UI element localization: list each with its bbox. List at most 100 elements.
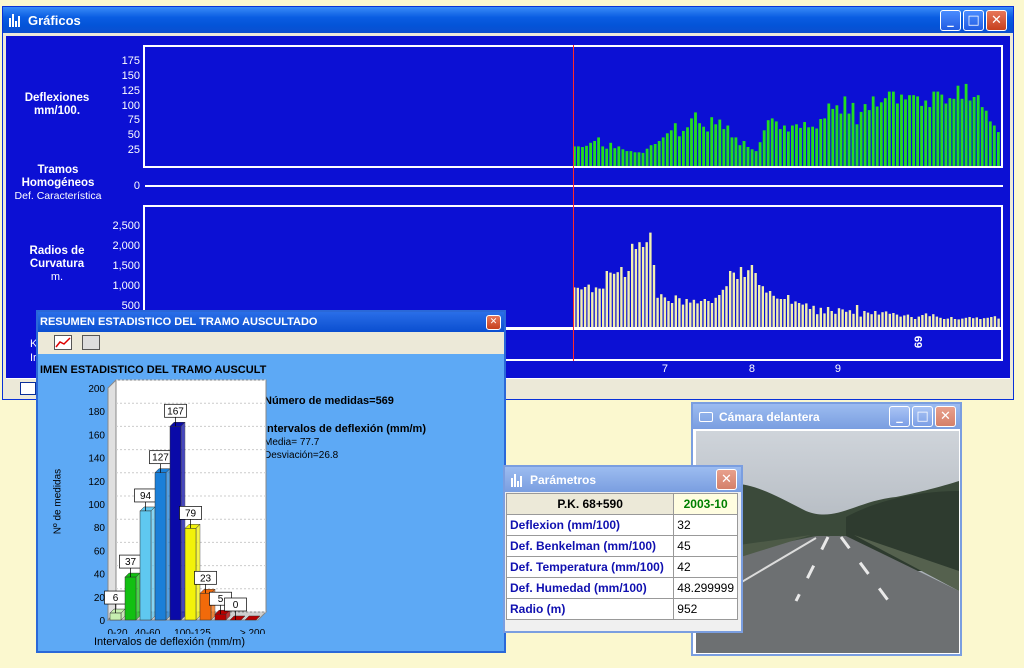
deflexion-bar — [823, 118, 827, 166]
radio-bar — [739, 267, 743, 327]
radio-bar — [591, 292, 594, 327]
radio-bar — [899, 316, 902, 327]
resumen-body: IMEN ESTADISTICO DEL TRAMO AUSCULT Númer… — [38, 356, 504, 651]
histogram-xtick: 100-125 — [174, 628, 211, 634]
deflexion-bar — [948, 98, 952, 166]
deflexion-bar — [968, 100, 972, 166]
deflexion-bar — [641, 152, 645, 166]
deflexion-bar — [819, 119, 823, 166]
histogram-bar — [169, 426, 182, 621]
deflexion-bar — [617, 146, 621, 166]
param-row: Deflexion (mm/100) 32 — [505, 514, 738, 536]
param-value: 32 — [673, 514, 738, 536]
deflexion-bar — [682, 130, 685, 166]
radio-bar — [895, 314, 899, 327]
radio-tick: 2,500 — [112, 220, 140, 232]
histogram-bar-side — [150, 506, 156, 621]
deflexion-bar — [900, 94, 903, 166]
deflexion-bar — [601, 146, 605, 166]
radio-bar — [993, 316, 997, 327]
deflexion-bar — [698, 123, 701, 166]
deflexion-bar — [912, 95, 915, 166]
parametros-close-button[interactable]: ✕ — [716, 469, 737, 490]
deflexion-bar — [839, 113, 843, 166]
camara-maximize-button[interactable]: □ — [912, 406, 933, 427]
deflexion-bar — [980, 107, 984, 166]
resumen-titlebar[interactable]: RESUMEN ESTADISTICO DEL TRAMO AUSCULTADO… — [38, 312, 504, 332]
histogram-chart: 0 20 40 60 80 100 120 140 160 180 200 6 37 94 127 167 79… — [88, 378, 268, 634]
chart-toolbar-icon[interactable] — [20, 382, 36, 395]
param-value: 952 — [673, 598, 738, 620]
resumen-window: RESUMEN ESTADISTICO DEL TRAMO AUSCULTADO… — [36, 310, 506, 653]
deflexion-bar — [678, 136, 681, 166]
histogram-xlabel: Intervalos de deflexión (mm/m) — [94, 636, 245, 648]
minimize-button[interactable]: _ — [940, 9, 961, 31]
maximize-button[interactable]: □ — [963, 9, 984, 31]
param-value: 48.299999 — [673, 577, 738, 599]
parametros-titlebar[interactable]: Parámetros ✕ — [505, 467, 741, 492]
histogram-bar-side — [135, 572, 141, 621]
radio-bar — [754, 273, 757, 327]
data-label: 167 — [167, 406, 184, 417]
radio-bar — [819, 307, 822, 327]
histogram-ytick: 140 — [88, 454, 105, 465]
deflexion-bar — [669, 130, 673, 166]
histogram-bar-side — [180, 421, 186, 621]
radio-bar — [797, 303, 801, 327]
radio-bar — [906, 314, 910, 327]
deflexion-bar — [908, 95, 911, 166]
cursor-line[interactable] — [573, 45, 574, 361]
radio-bar — [852, 313, 855, 327]
deflexion-bar — [706, 131, 709, 166]
graficos-titlebar[interactable]: Gráficos _ □ ✕ — [3, 7, 1013, 33]
deflexion-bar — [577, 146, 580, 166]
radio-bar — [758, 285, 761, 327]
radio-bar — [968, 317, 971, 327]
histogram-xtick: 0-20 — [107, 628, 127, 634]
radio-bar — [718, 295, 721, 327]
histogram-bar — [124, 576, 137, 621]
data-label: 6 — [113, 593, 119, 604]
param-row: Def. Humedad (mm/100) 48.299999 — [505, 577, 738, 599]
deflexion-bar — [783, 125, 786, 166]
radio-bar — [772, 295, 775, 327]
deflexion-bar — [746, 147, 750, 166]
data-label: 37 — [125, 557, 137, 568]
radio-bar — [932, 314, 935, 327]
deflexion-bar — [920, 105, 923, 166]
deflexion-bar — [855, 124, 859, 166]
deflexion-bar — [649, 145, 653, 166]
print-icon[interactable] — [82, 335, 100, 350]
chart-view-icon[interactable] — [54, 335, 72, 350]
deflexion-bar — [984, 110, 988, 166]
radio-bar — [583, 287, 587, 327]
camara-close-button[interactable]: ✕ — [935, 406, 956, 427]
close-button[interactable]: ✕ — [986, 9, 1007, 31]
histogram-xtick: 40-60 — [135, 628, 161, 634]
data-label: 23 — [200, 573, 212, 584]
camara-minimize-button[interactable]: _ — [889, 406, 910, 427]
radio-bar — [826, 307, 830, 327]
deflexion-bar — [621, 149, 625, 166]
radio-bar — [732, 272, 735, 327]
radio-bar — [870, 314, 873, 327]
radio-bar — [910, 317, 913, 327]
radio-bar — [627, 271, 630, 327]
radio-bar — [790, 303, 793, 327]
deflexion-tick: 50 — [127, 129, 140, 142]
deflexion-bar — [976, 95, 980, 166]
radio-bar — [855, 305, 859, 327]
histogram-side — [107, 378, 117, 622]
km-tick: 8 — [748, 363, 755, 375]
resumen-close-button[interactable]: ✕ — [486, 314, 501, 330]
deflexion-bar — [972, 97, 976, 166]
camara-titlebar[interactable]: Cámara delantera _ □ ✕ — [693, 404, 960, 429]
km-tick: 7 — [661, 363, 668, 375]
deflexion-bar — [754, 151, 758, 166]
deflexion-bar — [774, 121, 778, 166]
radio-bar — [979, 319, 982, 327]
parametros-title: Parámetros — [530, 472, 597, 487]
chart-app-icon — [511, 473, 525, 487]
radio-bar — [961, 318, 964, 327]
radio-bar — [649, 232, 652, 327]
